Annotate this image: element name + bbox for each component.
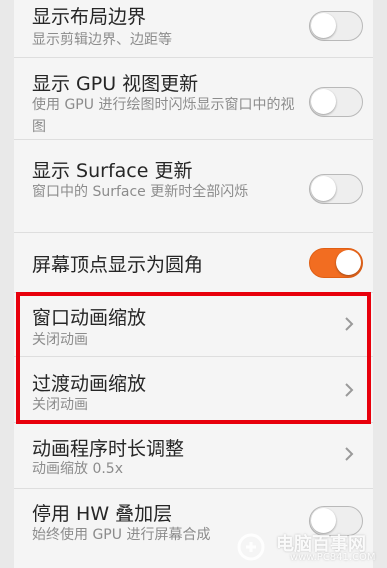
setting-subtitle: 显示剪辑边界、边距等 (32, 32, 172, 48)
setting-title: 屏幕顶点显示为圆角 (32, 254, 204, 276)
setting-subtitle: 关闭动画 (32, 397, 88, 413)
toggle-knob (311, 13, 336, 38)
setting-title: 显示布局边界 (32, 6, 147, 28)
setting-window-animation-scale[interactable]: 窗口动画缩放 关闭动画 (14, 293, 373, 357)
setting-subtitle: 动画缩放 0.5x (32, 461, 123, 477)
toggle-knob (336, 250, 361, 275)
chevron-right-icon (345, 383, 354, 397)
show-surface-updates-toggle[interactable] (309, 174, 363, 204)
setting-transition-animation-scale[interactable]: 过渡动画缩放 关闭动画 (14, 357, 373, 423)
setting-title: 显示 GPU 视图更新 (32, 73, 199, 95)
developer-options-screen: 显示布局边界 显示剪辑边界、边距等 显示 GPU 视图更新 使用 GPU 进行绘… (0, 0, 387, 568)
setting-title: 显示 Surface 更新 (32, 160, 193, 182)
watermark: 电脑百事网 www.PC841.COM (236, 526, 387, 568)
chevron-right-icon (345, 317, 354, 331)
setting-title: 停用 HW 叠加层 (32, 503, 173, 525)
toggle-knob (311, 176, 336, 201)
chevron-right-icon (345, 447, 354, 461)
setting-title: 窗口动画缩放 (32, 307, 147, 329)
toggle-knob (311, 89, 336, 114)
show-layout-bounds-toggle[interactable] (309, 11, 363, 41)
setting-show-surface-updates[interactable]: 显示 Surface 更新 窗口中的 Surface 更新时全部闪烁 (14, 140, 373, 233)
show-gpu-view-updates-toggle[interactable] (309, 87, 363, 117)
setting-animator-duration-scale[interactable]: 动画程序时长调整 动画缩放 0.5x (14, 423, 373, 489)
setting-subtitle: 使用 GPU 进行绘图时闪烁显示窗口中的视图 (32, 97, 295, 135)
watermark-url: www.PC841.COM (290, 552, 376, 563)
rounded-screen-corners-toggle[interactable] (309, 248, 363, 278)
setting-title: 动画程序时长调整 (32, 438, 185, 460)
setting-subtitle: 关闭动画 (32, 332, 88, 348)
setting-show-gpu-view-updates[interactable]: 显示 GPU 视图更新 使用 GPU 进行绘图时闪烁显示窗口中的视图 (14, 58, 373, 140)
setting-show-layout-bounds[interactable]: 显示布局边界 显示剪辑边界、边距等 (14, 0, 373, 58)
setting-title: 过渡动画缩放 (32, 373, 147, 395)
setting-rounded-screen-corners[interactable]: 屏幕顶点显示为圆角 (14, 233, 373, 293)
setting-subtitle: 窗口中的 Surface 更新时全部闪烁 (32, 184, 249, 200)
watermark-logo-icon (237, 533, 265, 561)
